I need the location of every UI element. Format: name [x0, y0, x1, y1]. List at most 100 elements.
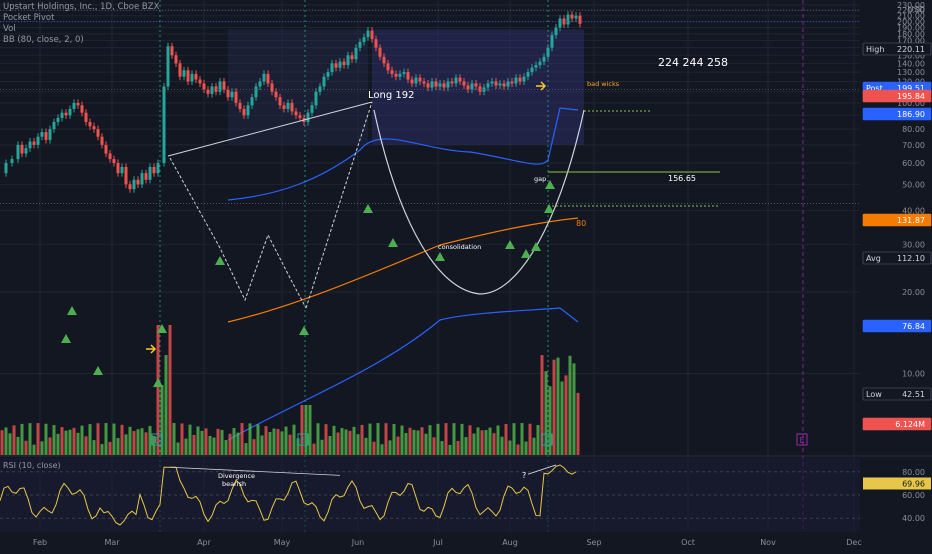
- candle-body: [394, 73, 398, 77]
- candle-body: [286, 102, 290, 109]
- indicator-bb[interactable]: BB (80, close, 2, 0): [3, 35, 159, 46]
- candle-body: [266, 73, 270, 84]
- volume-bar: [28, 423, 32, 455]
- candle-body: [518, 77, 522, 82]
- candle-body: [152, 166, 156, 174]
- volume-bar: [424, 433, 428, 455]
- volume-bar: [128, 426, 132, 455]
- candle-body: [538, 61, 542, 66]
- symbol-title[interactable]: Upstart Holdings, Inc., 1D, Cboe BZX: [3, 2, 159, 13]
- candle-body: [202, 83, 206, 90]
- price-label-value: 186.90: [897, 110, 925, 119]
- volume-bar: [176, 442, 180, 455]
- candle-body: [534, 65, 538, 68]
- earnings-marker-text: E: [544, 436, 549, 445]
- volume-bar: [272, 428, 276, 455]
- volume-bar: [280, 431, 284, 455]
- volume-bar: [476, 427, 480, 455]
- volume-bar: [76, 432, 80, 455]
- volume-bar: [244, 443, 248, 455]
- volume-bar: [360, 424, 364, 455]
- annotation-bad-wicks: bad wicks: [587, 80, 620, 88]
- candle-body: [174, 55, 178, 64]
- volume-bar: [556, 357, 560, 455]
- volume-bar: [436, 423, 440, 455]
- indicator-vol[interactable]: Vol: [3, 24, 159, 35]
- volume-bar: [404, 433, 408, 455]
- volume-bar: [64, 430, 68, 455]
- price-tick-label: 140.00: [897, 59, 925, 68]
- volume-bar: [216, 428, 220, 455]
- volume-bar: [496, 425, 500, 455]
- candle-body: [20, 144, 24, 154]
- candle-body: [124, 166, 128, 185]
- candle-body: [72, 102, 76, 109]
- candle-body: [274, 91, 278, 98]
- volume-bar: [80, 425, 84, 455]
- candle-body: [430, 81, 434, 88]
- volume-bar: [524, 441, 528, 455]
- volume-bar: [520, 423, 524, 455]
- volume-bar: [560, 381, 564, 455]
- annotation-targets: 224 244 258: [658, 56, 728, 69]
- candle-body: [96, 129, 100, 137]
- volume-bar: [232, 428, 236, 455]
- volume-bar: [500, 436, 504, 455]
- candle-body: [162, 86, 166, 163]
- chart-svg[interactable]: 10.00 20.00 30.00 40.00 50.00 60.00 70.00 80.00…: [0, 0, 932, 550]
- volume-bar: [312, 443, 316, 455]
- volume-bar: [112, 423, 116, 455]
- candle-body: [470, 83, 474, 90]
- volume-bar: [24, 440, 28, 455]
- candle-body: [414, 77, 418, 84]
- price-label-value: 42.51: [902, 390, 925, 399]
- candle-body: [474, 83, 478, 87]
- candle-body: [44, 132, 48, 140]
- candle-body: [56, 117, 60, 123]
- volume-bar: [304, 405, 308, 455]
- volume-bar: [200, 430, 204, 455]
- volume-bar: [372, 441, 376, 455]
- candle-body: [578, 15, 582, 24]
- rsi-label: RSI (10, close): [3, 461, 61, 470]
- candle-body: [462, 81, 466, 86]
- volume-bar: [428, 425, 432, 455]
- volume-bar: [48, 437, 52, 455]
- volume-bar: [300, 405, 304, 455]
- price-label-value: 112.10: [897, 254, 925, 263]
- volume-bar: [264, 426, 268, 455]
- candle-body: [502, 83, 506, 87]
- month-tick-label: Feb: [33, 538, 47, 547]
- candle-body: [36, 136, 40, 145]
- volume-bar: [208, 435, 212, 455]
- candle-body: [510, 81, 514, 84]
- candle-body: [270, 83, 274, 92]
- volume-bar: [164, 355, 168, 455]
- candle-body: [68, 108, 72, 116]
- candle-body: [226, 89, 230, 98]
- candle-body: [370, 30, 374, 40]
- candle-body: [80, 105, 84, 113]
- candle-body: [494, 81, 498, 86]
- price-label-name: Avg: [866, 254, 881, 263]
- candle-body: [16, 144, 20, 160]
- volume-bar: [332, 425, 336, 455]
- candle-body: [140, 173, 144, 185]
- volume-bar: [408, 427, 412, 455]
- month-tick-label: Mar: [104, 538, 120, 547]
- candle-body: [10, 159, 14, 163]
- volume-bar: [512, 423, 516, 455]
- candle-body: [170, 46, 174, 56]
- volume-bar: [392, 424, 396, 455]
- earnings-marker-text: E: [799, 436, 804, 445]
- candle-body: [438, 83, 442, 87]
- volume-bar: [276, 429, 280, 455]
- candle-body: [342, 61, 346, 66]
- candle-body: [246, 105, 250, 116]
- volume-bar: [344, 429, 348, 455]
- indicator-pocket-pivot[interactable]: Pocket Pivot: [3, 13, 159, 24]
- annotation-level: 156.65: [668, 174, 696, 183]
- price-label-value: 195.84: [897, 92, 925, 101]
- volume-bar: [188, 424, 192, 455]
- volume-bar: [532, 437, 536, 455]
